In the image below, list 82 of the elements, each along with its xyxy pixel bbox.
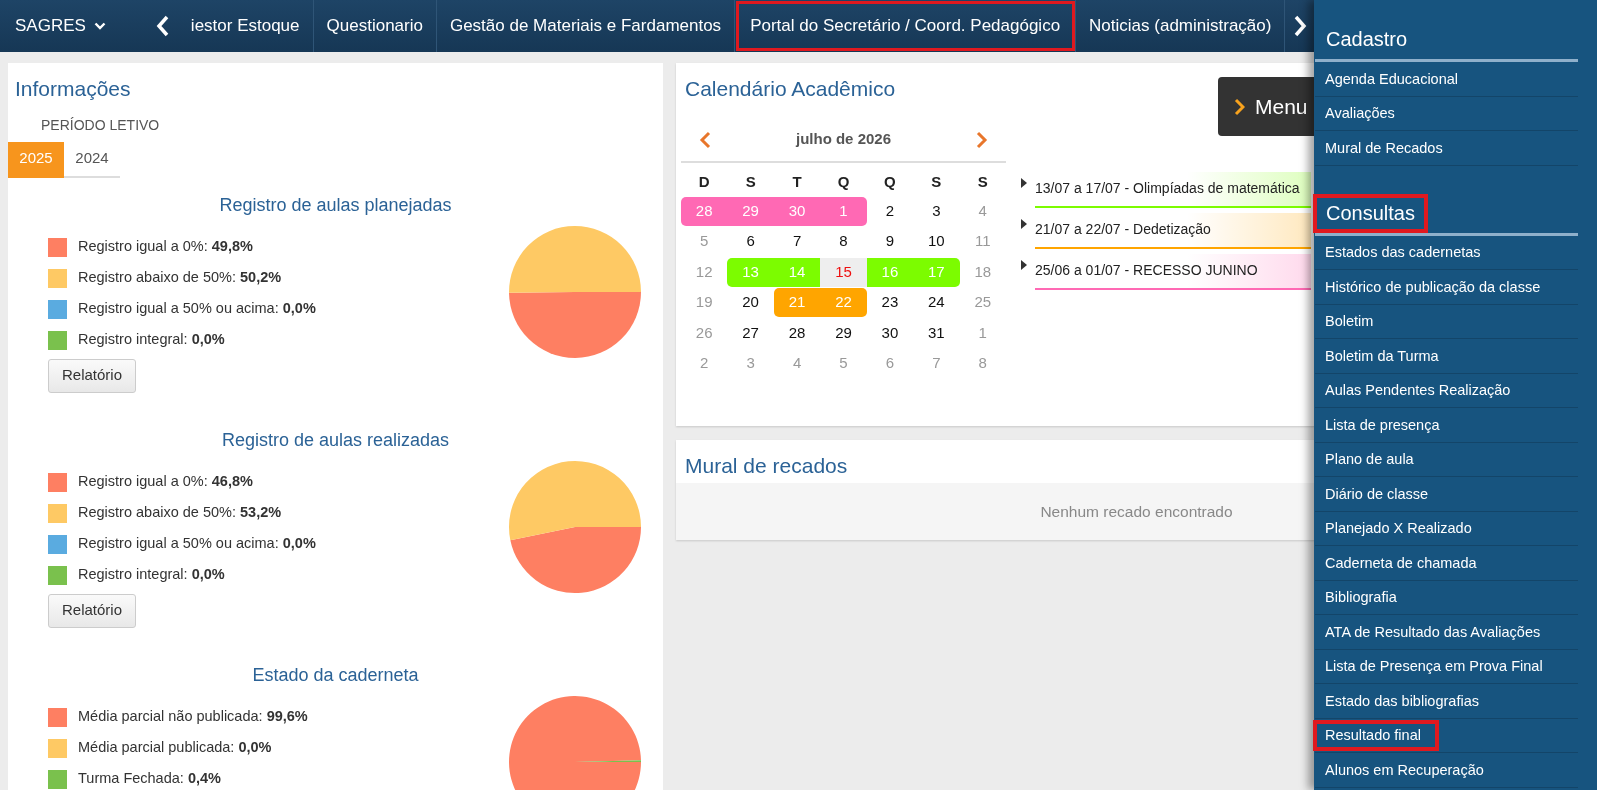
caret-right-icon [1021, 177, 1027, 188]
calendar-day[interactable]: 24 [913, 288, 960, 317]
panel-title: Mural de recados [685, 453, 848, 479]
weekday-label: Q [883, 172, 897, 193]
weekday-label: T [791, 172, 803, 193]
section-title: Estado da caderneta [251, 663, 420, 687]
calendar-day[interactable]: 31 [913, 318, 960, 348]
event-item[interactable]: 21/07 a 22/07 - Dedetização [1035, 212, 1311, 249]
legend-label: Registro igual a 0%: 46,8% [78, 472, 253, 492]
legend-label: Registro integral: 0,0% [78, 330, 225, 350]
legend-label: Média parcial não publicada: 99,6% [78, 707, 308, 727]
event-item[interactable]: 13/07 a 17/07 - Olimpíadas de matemática [1035, 171, 1311, 208]
empty-message: Nenhum recado encontrado [1040, 501, 1233, 522]
sidebar-item[interactable]: Histórico de publicação da classe [1315, 270, 1578, 305]
calendar-day[interactable]: 6 [727, 227, 774, 256]
brand-dropdown[interactable]: SAGRES [0, 0, 156, 52]
legend-label: Registro igual a 0%: 49,8% [78, 237, 253, 257]
legend-label: Registro igual a 50% ou acima: 0,0% [78, 299, 316, 319]
sidebar-item[interactable]: Mural de Recados [1315, 131, 1578, 166]
sidebar-item[interactable]: Resultado final [1315, 718, 1578, 753]
nav-tab[interactable]: Noticias (administração) [1076, 0, 1286, 52]
calendar-day[interactable]: 7 [773, 227, 821, 256]
legend-label: Registro igual a 50% ou acima: 0,0% [78, 534, 316, 554]
legend-label: Registro integral: 0,0% [78, 565, 225, 585]
calendar-day[interactable]: 30 [866, 318, 914, 348]
sidebar-item[interactable]: Estado das bibliografias [1315, 684, 1578, 719]
month-label: julho de 2026 [795, 129, 891, 150]
legend-label: Registro abaixo de 50%: 50,2% [78, 268, 282, 288]
sidebar-item[interactable]: Aulas Pendentes Realização [1315, 373, 1578, 408]
sidebar-item[interactable]: Planejado X Realizado [1315, 511, 1578, 546]
calendar-day[interactable]: 23 [866, 288, 914, 317]
sidebar-item[interactable]: Lista de Presença em Prova Final [1315, 649, 1578, 684]
report-button[interactable]: Relatório [48, 593, 137, 628]
sidebar-item[interactable]: Plano de aula [1315, 442, 1578, 477]
sidebar-item[interactable]: Boletim [1315, 304, 1578, 339]
calendar-day[interactable]: 20 [727, 288, 774, 317]
sidebar-item[interactable]: Avaliações [1315, 96, 1578, 131]
calendar-day[interactable]: 15 [820, 257, 867, 287]
sidebar-heading: Consultas [1315, 195, 1426, 231]
sidebar-item[interactable]: Bibliografia [1315, 580, 1578, 615]
sidebar-item[interactable]: Diário de classe [1315, 477, 1578, 512]
section-title: Registro de aulas planejadas [218, 193, 453, 217]
year-tab[interactable]: 2024 [64, 141, 120, 178]
weekday-label: S [744, 172, 757, 193]
panel-title: Informações [15, 76, 131, 102]
weekday-label: Q [836, 172, 851, 193]
weekday-label: S [976, 172, 989, 193]
section-title: Registro de aulas realizadas [220, 428, 451, 452]
caret-right-icon [1021, 218, 1027, 229]
chevron-right-icon[interactable] [1293, 15, 1308, 37]
event-item[interactable]: 25/06 a 01/07 - RECESSO JUNINO [1035, 253, 1311, 290]
calendar-day[interactable]: 8 [820, 227, 867, 256]
calendar-day[interactable]: 28 [773, 318, 821, 348]
calendar-day[interactable]: 10 [913, 227, 960, 256]
calendar-day[interactable]: 9 [866, 227, 914, 256]
period-label: PERÍODO LETIVO [40, 115, 161, 135]
weekday-label: S [930, 172, 943, 193]
sidebar-item[interactable]: ATA de Resultado das Avaliações [1315, 615, 1578, 650]
nav-tab[interactable]: Portal do Secretário / Coord. Pedagógico [735, 0, 1077, 52]
sidebar-item[interactable]: Lista de presença [1315, 408, 1578, 443]
calendar-day[interactable]: 2 [866, 196, 914, 226]
calendar-day[interactable]: 29 [820, 318, 867, 348]
sidebar-item[interactable]: Boletim da Turma [1315, 339, 1578, 374]
caret-right-icon [1021, 259, 1027, 270]
nav-tab[interactable]: Questionario [313, 0, 437, 52]
report-button[interactable]: Relatório [48, 358, 137, 393]
legend-label: Média parcial publicada: 0,0% [78, 738, 272, 758]
chevron-down-icon [93, 22, 106, 30]
nav-tab[interactable]: iestor Estoque [177, 0, 314, 52]
sidebar-item[interactable]: Agenda Educacional [1315, 62, 1578, 97]
legend-label: Registro abaixo de 50%: 53,2% [78, 503, 282, 523]
sidebar-item[interactable]: Estados das cadernetas [1315, 235, 1578, 270]
nav-tab[interactable]: Gestão de Materiais e Fardamentos [436, 0, 736, 52]
weekday-label: D [697, 172, 711, 193]
chevron-right-icon [1234, 97, 1245, 116]
calendar-day[interactable]: 27 [727, 318, 774, 348]
panel-title: Calendário Acadêmico [685, 76, 896, 102]
calendar-day[interactable]: 3 [913, 196, 960, 226]
sidebar-item[interactable]: Caderneta de chamada [1315, 546, 1578, 581]
sidebar-item[interactable]: Alunos em Recuperação [1315, 753, 1578, 788]
sidebar-heading: Cadastro [1325, 27, 1409, 52]
legend-label: Turma Fechada: 0,4% [78, 769, 221, 789]
